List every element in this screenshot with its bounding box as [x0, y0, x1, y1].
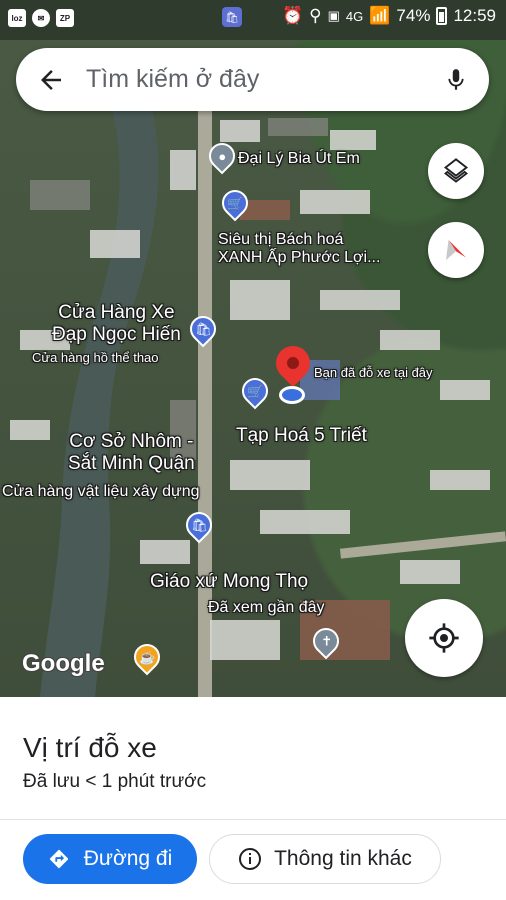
label-giao-xu-recent: Đã xem gần đây: [208, 599, 325, 616]
rooftop: [220, 120, 260, 142]
rooftop: [140, 540, 190, 564]
location-status-icon: ⚲: [309, 6, 322, 25]
label-nhom-sat-line2: Sắt Minh Quận: [68, 453, 195, 474]
label-dai-ly-bia[interactable]: Đại Lý Bia Út Em: [238, 150, 360, 168]
rooftop: [210, 620, 280, 660]
rooftop: [170, 150, 196, 190]
status-bar: loz ✉ ZP 🛍 ⏰ ⚲ ▣ 4G 📶 74% 12:59: [0, 0, 506, 36]
my-location-button[interactable]: [405, 599, 483, 677]
rooftop: [10, 420, 50, 440]
google-logo: Google: [22, 650, 105, 677]
sim-icon: ▣: [327, 8, 340, 23]
directions-button[interactable]: Đường đi: [23, 834, 197, 884]
rooftop: [30, 180, 90, 210]
rooftop: [230, 280, 290, 320]
label-tap-hoa[interactable]: Tạp Hoá 5 Triết: [236, 425, 367, 447]
signal-icon: 📶: [369, 6, 391, 25]
directions-icon: [49, 849, 68, 869]
battery-percent: 74%: [396, 6, 431, 25]
label-cua-hang-xe[interactable]: Cửa Hàng Xe Đạp Ngọc Hiến: [52, 302, 181, 346]
label-sieu-thi[interactable]: Siêu thị Bách hoá XANH Ấp Phước Lợi...: [218, 231, 380, 267]
label-nhom-sat-category: Cửa hàng vật liệu xây dựng: [2, 483, 200, 500]
rooftop: [380, 330, 440, 350]
divider: [0, 819, 506, 820]
directions-label: Đường đi: [83, 847, 173, 870]
label-cua-hang-xe-line1: Cửa Hàng Xe: [58, 302, 175, 323]
search-input[interactable]: Tìm kiếm ở đây: [86, 65, 443, 94]
label-nhom-sat[interactable]: Cơ Sở Nhôm - Sắt Minh Quận: [68, 431, 195, 475]
current-location-dot: [279, 386, 305, 404]
label-sieu-thi-line2: XANH Ấp Phước Lợi...: [218, 249, 381, 266]
shopping-bag-icon: 🛍: [222, 7, 242, 27]
rooftop: [400, 560, 460, 584]
saved-time-text: Đã lưu < 1 phút trước: [23, 771, 207, 792]
layers-button[interactable]: [428, 143, 484, 199]
label-giao-xu[interactable]: Giáo xứ Mong Thọ: [150, 571, 308, 593]
zalo-icon: loz: [8, 9, 26, 27]
rooftop: [268, 118, 328, 136]
messenger-icon: ✉: [32, 9, 50, 27]
alarm-icon: ⏰: [281, 6, 304, 25]
zalopay-icon: ZP: [56, 9, 74, 27]
label-cua-hang-xe-category: Cửa hàng hồ thể thao: [32, 350, 159, 365]
mic-icon[interactable]: [443, 65, 469, 95]
clock: 12:59: [453, 6, 496, 25]
label-sieu-thi-line1: Siêu thị Bách hoá: [218, 231, 344, 248]
battery-icon: [436, 7, 448, 25]
rooftop: [330, 130, 376, 150]
rooftop: [440, 380, 490, 400]
more-info-label: Thông tin khác: [274, 847, 412, 870]
info-icon: [239, 848, 262, 870]
sheet-title: Vị trí đỗ xe: [23, 732, 157, 763]
rooftop: [430, 470, 490, 490]
rooftop: [320, 290, 400, 310]
more-info-button[interactable]: Thông tin khác: [209, 834, 441, 884]
search-bar[interactable]: Tìm kiếm ở đây: [16, 48, 489, 111]
compass-button[interactable]: [428, 222, 484, 278]
rooftop: [260, 510, 350, 534]
label-cua-hang-xe-line2: Đạp Ngọc Hiến: [52, 324, 181, 345]
rooftop: [300, 190, 370, 214]
rooftop: [90, 230, 140, 258]
parking-info-sheet[interactable]: Vị trí đỗ xe Đã lưu < 1 phút trước Đường…: [0, 697, 506, 900]
label-nhom-sat-line1: Cơ Sở Nhôm -: [69, 431, 194, 452]
network-type: 4G: [345, 8, 364, 24]
compass-icon: [446, 240, 466, 260]
label-parked-here: Bạn đã đỗ xe tại đây: [314, 365, 433, 380]
rooftop: [230, 460, 310, 490]
layers-icon: [444, 158, 468, 183]
my-location-icon: [429, 623, 459, 653]
back-arrow-icon[interactable]: [36, 65, 66, 95]
